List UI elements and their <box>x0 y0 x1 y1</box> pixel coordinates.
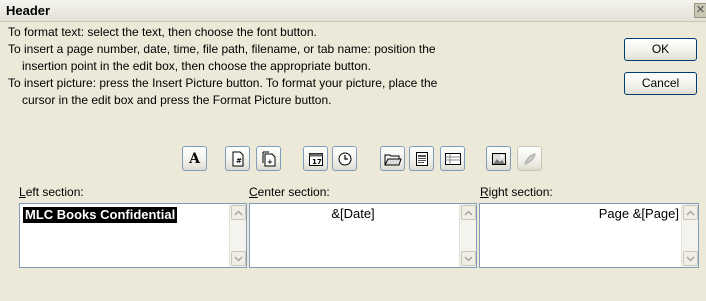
left-section-scrollbar[interactable] <box>229 204 246 267</box>
insert-page-number-icon: # <box>232 151 243 166</box>
header-toolbar: A # + 17 <box>0 146 706 173</box>
title-bar: Header ✕ <box>0 0 706 22</box>
insert-file-name-button[interactable] <box>409 146 434 171</box>
insert-sheet-name-button[interactable] <box>440 146 465 171</box>
cancel-button[interactable]: Cancel <box>624 72 697 95</box>
right-section-editbox[interactable]: Page &[Page] <box>479 203 699 268</box>
right-section-label-text: ight section: <box>488 185 553 199</box>
center-section-label-mnemonic: C <box>249 185 258 199</box>
format-picture-icon <box>523 152 536 165</box>
scroll-up-button[interactable] <box>231 205 246 220</box>
svg-text:#: # <box>236 157 242 165</box>
left-section-label-mnemonic: L <box>19 185 26 199</box>
center-section-label-text: enter section: <box>257 185 330 199</box>
insert-file-path-icon <box>383 154 402 165</box>
chevron-down-icon <box>234 255 243 262</box>
insert-picture-button[interactable] <box>486 146 511 171</box>
format-text-button[interactable]: A <box>182 146 207 171</box>
instruction-line: To insert a page number, date, time, fil… <box>8 42 436 56</box>
scroll-up-button[interactable] <box>461 205 476 220</box>
right-section-label-mnemonic: R <box>480 185 489 199</box>
scroll-down-button[interactable] <box>461 251 476 266</box>
format-text-icon: A <box>189 150 200 167</box>
svg-text:17: 17 <box>312 158 322 166</box>
chevron-down-icon <box>464 255 473 262</box>
instructions: To format text: select the text, then ch… <box>8 24 568 109</box>
insert-date-button[interactable]: 17 <box>303 146 328 171</box>
left-section-text[interactable]: MLC Books Confidential <box>23 207 178 223</box>
center-section-text[interactable]: &[Date] <box>250 206 456 221</box>
chevron-up-icon <box>234 209 243 216</box>
insert-picture-icon <box>491 152 506 165</box>
right-section-label: Right section: <box>480 185 553 199</box>
instruction-line: insertion point in the edit box, then ch… <box>22 59 371 73</box>
scroll-down-button[interactable] <box>683 251 698 266</box>
scroll-up-button[interactable] <box>683 205 698 220</box>
svg-text:+: + <box>267 158 273 166</box>
insert-page-number-button[interactable]: # <box>225 146 250 171</box>
insert-file-path-button[interactable] <box>380 146 405 171</box>
chevron-up-icon <box>464 209 473 216</box>
insert-sheet-name-icon <box>444 152 461 165</box>
insert-time-button[interactable] <box>332 146 357 171</box>
dialog-title: Header <box>6 3 51 18</box>
format-picture-button[interactable] <box>517 146 542 171</box>
center-section-scrollbar[interactable] <box>459 204 476 267</box>
scroll-down-button[interactable] <box>231 251 246 266</box>
left-section-label: Left section: <box>19 185 84 199</box>
chevron-down-icon <box>686 255 695 262</box>
insert-file-name-icon <box>415 151 428 166</box>
insert-time-icon <box>338 152 351 165</box>
left-section-label-text: eft section: <box>25 185 84 199</box>
insert-number-of-pages-button[interactable]: + <box>256 146 281 171</box>
ok-button[interactable]: OK <box>624 38 697 61</box>
instruction-line: To format text: select the text, then ch… <box>8 25 317 39</box>
instruction-line: To insert picture: press the Insert Pict… <box>8 76 438 90</box>
insert-number-of-pages-icon: + <box>262 151 275 166</box>
instruction-line: cursor in the edit box and press the For… <box>22 93 332 107</box>
center-section-label: Center section: <box>249 185 330 199</box>
insert-date-icon: 17 <box>308 152 323 166</box>
right-section-text[interactable]: Page &[Page] <box>599 206 679 221</box>
center-section-editbox[interactable]: &[Date] <box>249 203 477 268</box>
right-section-scrollbar[interactable] <box>681 204 698 267</box>
chevron-up-icon <box>686 209 695 216</box>
left-section-editbox[interactable]: MLC Books Confidential <box>19 203 247 268</box>
close-button[interactable]: ✕ <box>694 3 706 18</box>
close-icon: ✕ <box>695 4 706 16</box>
